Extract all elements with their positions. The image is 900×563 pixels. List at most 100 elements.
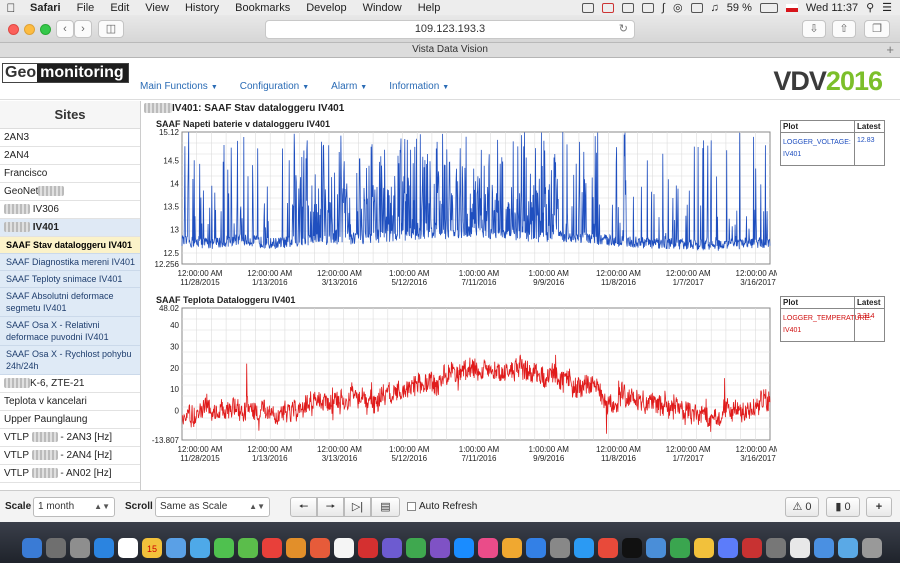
- calendar-dock-icon[interactable]: 15: [142, 538, 162, 558]
- site-item[interactable]: GeoNet: [0, 183, 140, 201]
- menu-safari[interactable]: Safari: [22, 2, 69, 14]
- dock-app-icon[interactable]: [718, 538, 738, 558]
- dock-app-icon[interactable]: [94, 538, 114, 558]
- auto-refresh-checkbox[interactable]: [407, 502, 416, 511]
- site-item[interactable]: Upper Paunglaung: [0, 411, 140, 429]
- dock-app-icon[interactable]: [454, 538, 474, 558]
- dock-app-icon[interactable]: [382, 538, 402, 558]
- menu-develop[interactable]: Develop: [298, 2, 354, 14]
- scroll-back-button[interactable]: 🠔: [290, 497, 317, 517]
- site-item-selected[interactable]: IV401: [0, 219, 140, 237]
- flag-icon[interactable]: [785, 3, 798, 12]
- site-item[interactable]: Teplota v kancelari: [0, 393, 140, 411]
- voltage-chart[interactable]: 15.1214.51413.51312.512.25612:00:00 AM11…: [142, 128, 777, 293]
- menu-window[interactable]: Window: [355, 2, 410, 14]
- dock-app-icon[interactable]: [406, 538, 426, 558]
- menu-edit[interactable]: Edit: [102, 2, 137, 14]
- site-item[interactable]: VTLP - 2AN4 [Hz]: [0, 447, 140, 465]
- menu-help[interactable]: Help: [410, 2, 449, 14]
- dock-app-icon[interactable]: [166, 538, 186, 558]
- dock-app-icon[interactable]: [622, 538, 642, 558]
- battery-percent[interactable]: 59 %: [727, 2, 752, 14]
- chart-item-active[interactable]: SAAF Stav dataloggeru IV401: [0, 237, 140, 254]
- site-item[interactable]: 2AN4: [0, 147, 140, 165]
- dock-app-icon[interactable]: [574, 538, 594, 558]
- dock-app-icon[interactable]: [238, 538, 258, 558]
- dock-app-icon[interactable]: [838, 538, 858, 558]
- dock-app-icon[interactable]: [46, 538, 66, 558]
- airplay-icon[interactable]: [690, 2, 703, 13]
- wifi-icon[interactable]: ◎: [673, 1, 683, 14]
- dock-app-icon[interactable]: [862, 538, 882, 558]
- dock-app-icon[interactable]: [70, 538, 90, 558]
- back-button[interactable]: ‹: [56, 20, 74, 38]
- dock-app-icon[interactable]: [670, 538, 690, 558]
- dock-app-icon[interactable]: [646, 538, 666, 558]
- share-button[interactable]: ⇧: [832, 20, 856, 38]
- bluetooth-icon[interactable]: ∫: [662, 2, 665, 14]
- dock-app-icon[interactable]: [22, 538, 42, 558]
- minimize-window-button[interactable]: [24, 24, 35, 35]
- parallels-icon[interactable]: [601, 2, 614, 13]
- nav-main-functions[interactable]: Main Functions ▼: [140, 81, 218, 92]
- dock-app-icon[interactable]: [550, 538, 570, 558]
- site-item[interactable]: K-6, ZTE-21: [0, 375, 140, 393]
- nav-alarm[interactable]: Alarm ▼: [331, 81, 367, 92]
- cloud-icon[interactable]: [621, 2, 634, 13]
- time-machine-icon[interactable]: [641, 2, 654, 13]
- search-icon[interactable]: ⚲: [866, 1, 874, 14]
- downloads-button[interactable]: ⇩: [802, 20, 826, 38]
- site-item[interactable]: 2AN3: [0, 129, 140, 147]
- dock-app-icon[interactable]: [766, 538, 786, 558]
- battery-icon[interactable]: [759, 2, 778, 13]
- dock-app-icon[interactable]: [526, 538, 546, 558]
- auto-refresh-label[interactable]: Auto Refresh: [419, 501, 477, 512]
- dock-app-icon[interactable]: [334, 538, 354, 558]
- dock-app-icon[interactable]: [118, 538, 138, 558]
- nav-configuration[interactable]: Configuration ▼: [240, 81, 309, 92]
- dock-app-icon[interactable]: [502, 538, 522, 558]
- geomonitoring-logo[interactable]: Geo monitoring: [2, 63, 129, 83]
- dock-app-icon[interactable]: [814, 538, 834, 558]
- temperature-chart[interactable]: 48.02403020100-13.80712:00:00 AM11/28/20…: [142, 304, 777, 469]
- chart-item[interactable]: SAAF Osa X - Relativni deformace puvodni…: [0, 317, 140, 346]
- table-view-button[interactable]: ▤: [371, 497, 400, 517]
- dock-app-icon[interactable]: [478, 538, 498, 558]
- chart-item[interactable]: SAAF Diagnostika mereni IV401: [0, 254, 140, 271]
- menu-history[interactable]: History: [177, 2, 227, 14]
- scale-select[interactable]: 1 month ▲▼: [33, 497, 115, 517]
- menu-file[interactable]: File: [69, 2, 103, 14]
- dock-app-icon[interactable]: [790, 538, 810, 558]
- dock-app-icon[interactable]: [694, 538, 714, 558]
- chart-item[interactable]: SAAF Absolutni deformace segmetu IV401: [0, 288, 140, 317]
- legend-plot-name[interactable]: LOGGER_VOLTAGE: IV401: [781, 133, 855, 165]
- zoom-window-button[interactable]: [40, 24, 51, 35]
- warnings-button[interactable]: ⚠ 0: [785, 497, 819, 517]
- dock-app-icon[interactable]: [358, 538, 378, 558]
- tabs-overview-button[interactable]: ❐: [864, 20, 890, 38]
- dock-app-icon[interactable]: [190, 538, 210, 558]
- sidebar-toggle-button[interactable]: ◫: [98, 20, 124, 38]
- chart-item[interactable]: SAAF Osa X - Rychlost pohybu 24h/24h: [0, 346, 140, 375]
- chart-item[interactable]: SAAF Teploty snimace IV401: [0, 271, 140, 288]
- dropbox-icon[interactable]: [581, 2, 594, 13]
- nav-information[interactable]: Information ▼: [389, 81, 449, 92]
- menu-view[interactable]: View: [137, 2, 177, 14]
- site-item[interactable]: IV306: [0, 201, 140, 219]
- dock-app-icon[interactable]: [286, 538, 306, 558]
- dock-app-icon[interactable]: [598, 538, 618, 558]
- scroll-to-end-button[interactable]: ▷|: [344, 497, 371, 517]
- site-item[interactable]: Francisco: [0, 165, 140, 183]
- scroll-select[interactable]: Same as Scale ▲▼: [155, 497, 270, 517]
- dock-app-icon[interactable]: [214, 538, 234, 558]
- dock-app-icon[interactable]: [742, 538, 762, 558]
- close-window-button[interactable]: [8, 24, 19, 35]
- apple-menu-icon[interactable]: : [0, 1, 22, 15]
- dock-app-icon[interactable]: [430, 538, 450, 558]
- tab-title[interactable]: Vista Data Vision: [412, 44, 488, 55]
- menu-bookmarks[interactable]: Bookmarks: [227, 2, 298, 14]
- legend-plot-name[interactable]: LOGGER_TEMPERATURE: IV401: [781, 309, 871, 341]
- add-button[interactable]: +: [866, 497, 892, 517]
- address-bar[interactable]: 109.123.193.3 ↻: [265, 20, 635, 39]
- clock[interactable]: Wed 11:37: [806, 2, 858, 14]
